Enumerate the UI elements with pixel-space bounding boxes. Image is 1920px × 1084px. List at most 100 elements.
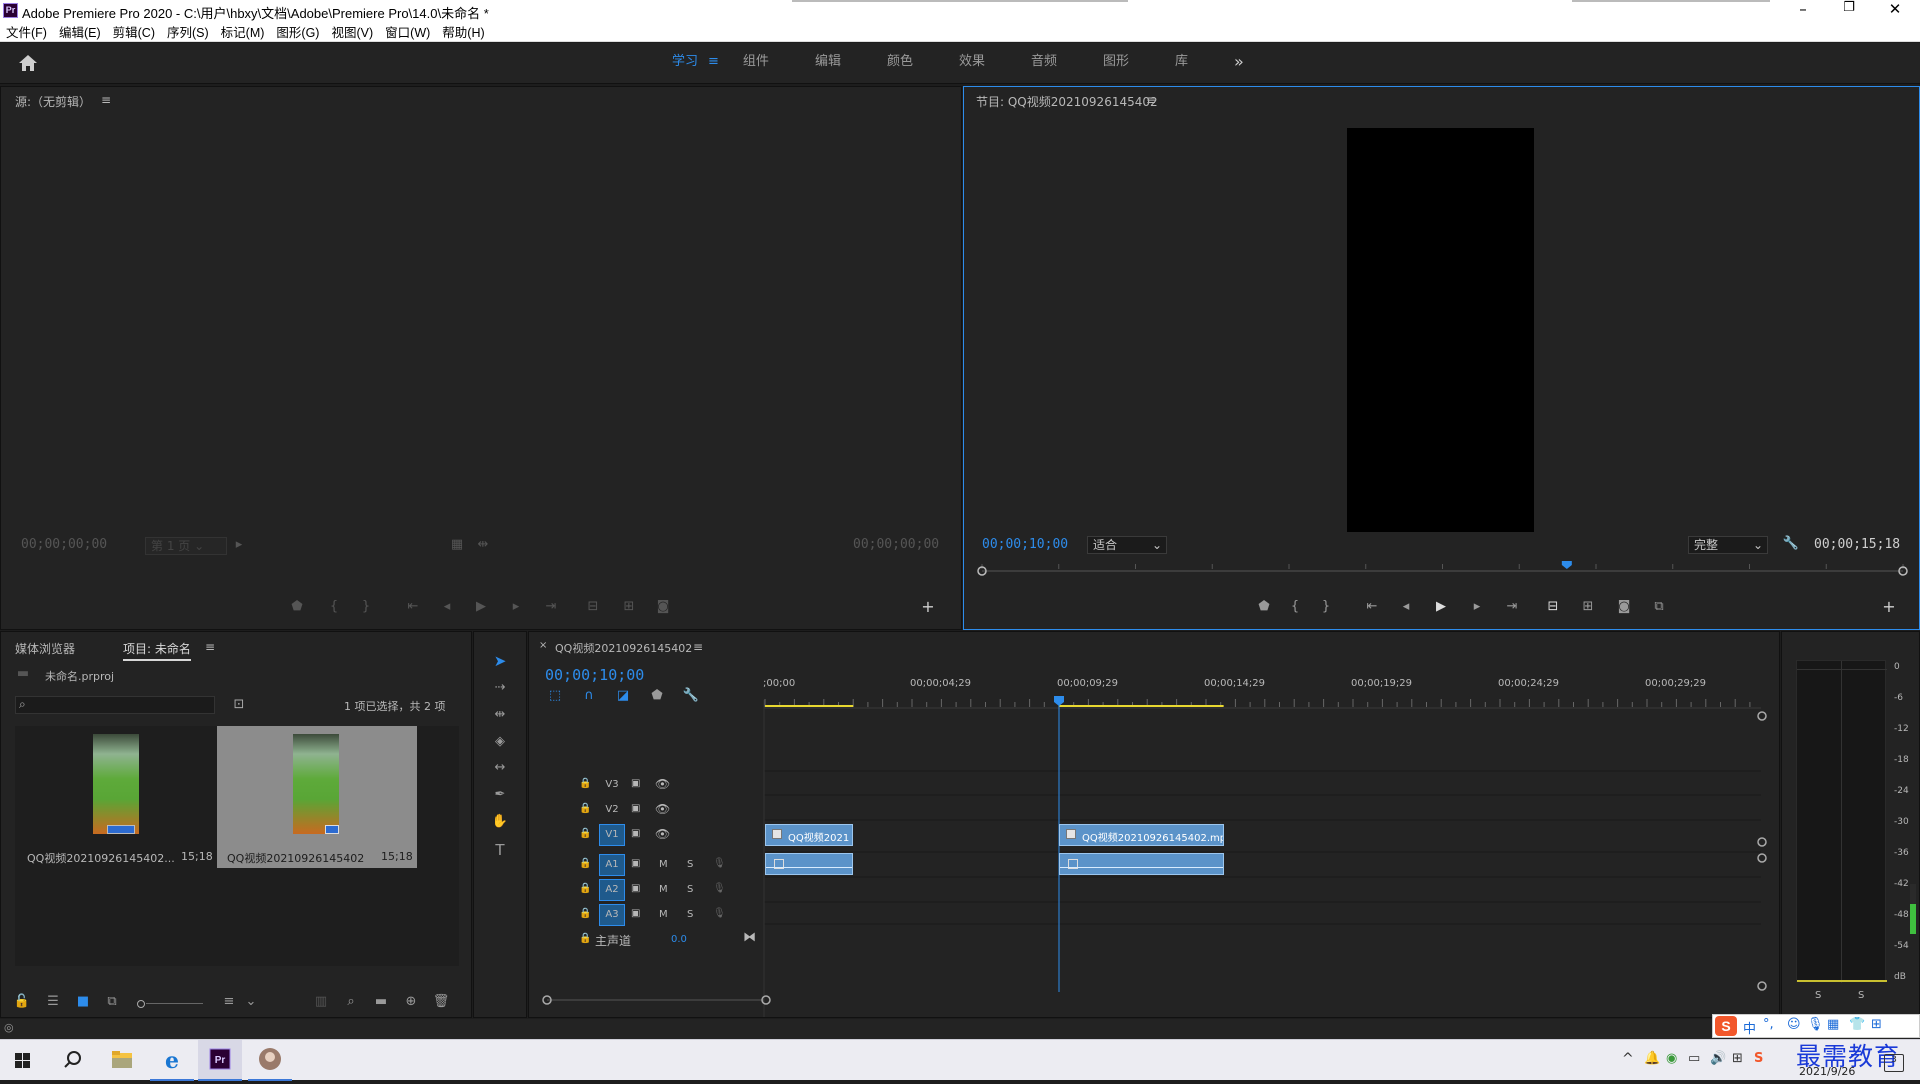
workspace-tab-libraries[interactable]: 库	[1175, 43, 1188, 84]
new-item-icon[interactable]: ⊕	[401, 994, 421, 1009]
film-icon[interactable]: ▣	[631, 858, 640, 869]
audio-clip[interactable]	[1059, 853, 1224, 875]
source-monitor-title[interactable]: 源:（无剪辑）	[15, 93, 91, 110]
film-icon[interactable]: ▣	[631, 828, 640, 839]
ime-punct-icon[interactable]: °,	[1763, 1017, 1774, 1032]
taskbar-explorer-button[interactable]	[100, 1040, 144, 1081]
program-playhead[interactable]	[1561, 561, 1572, 569]
lock-icon[interactable]: 🔒	[579, 933, 591, 944]
film-icon[interactable]: ▣	[631, 778, 640, 789]
selection-tool-icon[interactable]: ➤	[490, 652, 510, 670]
taskbar-edge-button[interactable]: e	[150, 1040, 194, 1081]
menu-help[interactable]: 帮助(H)	[436, 22, 490, 41]
source-mark-out-icon[interactable]: }	[356, 599, 376, 614]
video-clip[interactable]: QQ视频20210926145402.mp4	[1059, 824, 1224, 846]
solo-button[interactable]: S	[687, 884, 693, 895]
video-clip[interactable]: QQ视频2021	[765, 824, 854, 846]
program-step-forward-icon[interactable]: ▸	[1467, 599, 1487, 614]
ime-mic-icon[interactable]: 🎙	[1807, 1017, 1824, 1032]
track-label-v2[interactable]: V2	[601, 804, 623, 815]
workspace-tab-audio[interactable]: 音频	[1031, 43, 1057, 84]
ime-emoji-icon[interactable]: ☺	[1787, 1017, 1801, 1032]
program-timecode[interactable]: 00;00;10;00	[982, 537, 1068, 552]
list-view-icon[interactable]: ☰	[43, 994, 63, 1009]
new-bin-search-icon[interactable]: ⊡	[229, 697, 249, 712]
find-icon[interactable]: ⌕	[341, 994, 361, 1009]
program-lift-icon[interactable]: ⊟	[1543, 599, 1563, 614]
lock-icon[interactable]: 🔒	[579, 778, 591, 789]
ime-tools-icon[interactable]: ⊞	[1871, 1017, 1882, 1032]
source-play-icon[interactable]: ▶	[471, 599, 491, 614]
home-icon[interactable]	[18, 54, 38, 72]
trash-icon[interactable]: 🗑	[431, 994, 451, 1009]
ripple-edit-tool-icon[interactable]: ⇹	[490, 707, 510, 722]
source-overwrite-icon[interactable]: ⊞	[619, 599, 639, 614]
source-insert-icon[interactable]: ▦	[447, 537, 467, 552]
hand-tool-icon[interactable]: ✋	[490, 814, 510, 829]
ime-keyboard-icon[interactable]: ▦	[1827, 1017, 1839, 1032]
sogou-logo-icon[interactable]: S	[1715, 1016, 1737, 1036]
program-mark-out-icon[interactable]: }	[1316, 599, 1336, 614]
project-panel-menu-icon[interactable]: ≡	[205, 640, 215, 654]
mic-icon[interactable]: 🎙	[713, 883, 726, 894]
source-timecode-left[interactable]: 00;00;00;00	[21, 537, 107, 552]
menu-view[interactable]: 视图(V)	[325, 22, 379, 41]
menu-graphics[interactable]: 图形(G)	[270, 22, 325, 41]
program-go-in-icon[interactable]: ⇤	[1362, 599, 1382, 614]
close-window-button[interactable]: ✕	[1872, 0, 1918, 22]
lock-icon[interactable]: 🔒	[579, 803, 591, 814]
workspace-tab-graphics[interactable]: 图形	[1103, 43, 1129, 84]
mic-icon[interactable]: 🎙	[713, 858, 726, 869]
program-add-button-icon[interactable]: +	[1879, 597, 1899, 616]
program-compare-icon[interactable]: ⧉	[1649, 599, 1669, 614]
workspace-tab-editing[interactable]: 编辑	[815, 43, 841, 84]
eye-icon[interactable]: 👁	[655, 802, 670, 816]
automate-icon[interactable]: ▥	[311, 994, 331, 1009]
tray-notification-icon[interactable]: 🔔	[1644, 1051, 1660, 1066]
panel-menu-icon[interactable]: ≡	[101, 93, 111, 107]
track-select-tool-icon[interactable]: ⇢	[490, 680, 510, 695]
workspace-tab-color[interactable]: 颜色	[887, 43, 913, 84]
project-item[interactable]: QQ视频20210926145402... 15;18	[17, 726, 215, 868]
ime-skin-icon[interactable]: 👕	[1849, 1017, 1865, 1032]
workspace-tab-effects[interactable]: 效果	[959, 43, 985, 84]
solo-button[interactable]: S	[687, 909, 693, 920]
lock-icon[interactable]: 🔒	[579, 908, 591, 919]
source-add-button-icon[interactable]: +	[918, 597, 938, 616]
workspace-more-icon[interactable]: »	[1234, 43, 1244, 84]
razor-tool-icon[interactable]: ◈	[490, 734, 510, 749]
sort-icon[interactable]: ≡	[219, 994, 239, 1009]
program-export-frame-icon[interactable]: ◙	[1614, 599, 1634, 614]
track-label-v3[interactable]: V3	[601, 779, 623, 790]
type-tool-icon[interactable]: T	[490, 841, 510, 859]
tab-project[interactable]: 项目: 未命名	[123, 640, 191, 661]
workspace-tab-learning[interactable]: 学习	[672, 43, 698, 84]
program-play-icon[interactable]: ▶	[1431, 599, 1451, 614]
taskbar-date[interactable]: 2021/9/26	[1799, 1065, 1855, 1078]
tray-app-icon[interactable]: ◉	[1666, 1051, 1677, 1066]
eye-icon[interactable]: 👁	[655, 777, 670, 791]
start-button[interactable]	[0, 1040, 44, 1081]
tray-ime-icon[interactable]: ⊞	[1732, 1051, 1743, 1066]
program-step-back-icon[interactable]: ◂	[1396, 599, 1416, 614]
source-mark-in-icon[interactable]: {	[324, 599, 344, 614]
icon-view-icon[interactable]: ■	[73, 994, 93, 1009]
source-go-in-icon[interactable]: ⇤	[403, 599, 423, 614]
menu-file[interactable]: 文件(F)	[0, 22, 53, 41]
freeform-view-icon[interactable]: ⧉	[102, 994, 122, 1009]
mute-button[interactable]: M	[659, 909, 668, 920]
project-item[interactable]: QQ视频20210926145402 15;18	[217, 726, 417, 868]
go-to-end-icon[interactable]: ⧓	[743, 930, 756, 945]
program-quality-select[interactable]: 完整 ⌄	[1688, 536, 1768, 554]
meter-solo-right-button[interactable]: S	[1858, 990, 1864, 1001]
tab-media-browser[interactable]: 媒体浏览器	[15, 640, 75, 657]
track-label-a1[interactable]: A1	[599, 854, 625, 876]
menu-clip[interactable]: 剪辑(C)	[107, 22, 161, 41]
zoom-slider-handle[interactable]	[137, 1000, 145, 1008]
tray-network-icon[interactable]: ▭	[1688, 1051, 1700, 1066]
track-label-a2[interactable]: A2	[599, 879, 625, 901]
source-step-back-icon[interactable]: ◂	[437, 599, 457, 614]
source-timecode-right[interactable]: 00;00;00;00	[853, 537, 939, 552]
eye-icon[interactable]: 👁	[655, 827, 670, 841]
source-page-select[interactable]: 第 1 页 ⌄	[145, 537, 227, 555]
